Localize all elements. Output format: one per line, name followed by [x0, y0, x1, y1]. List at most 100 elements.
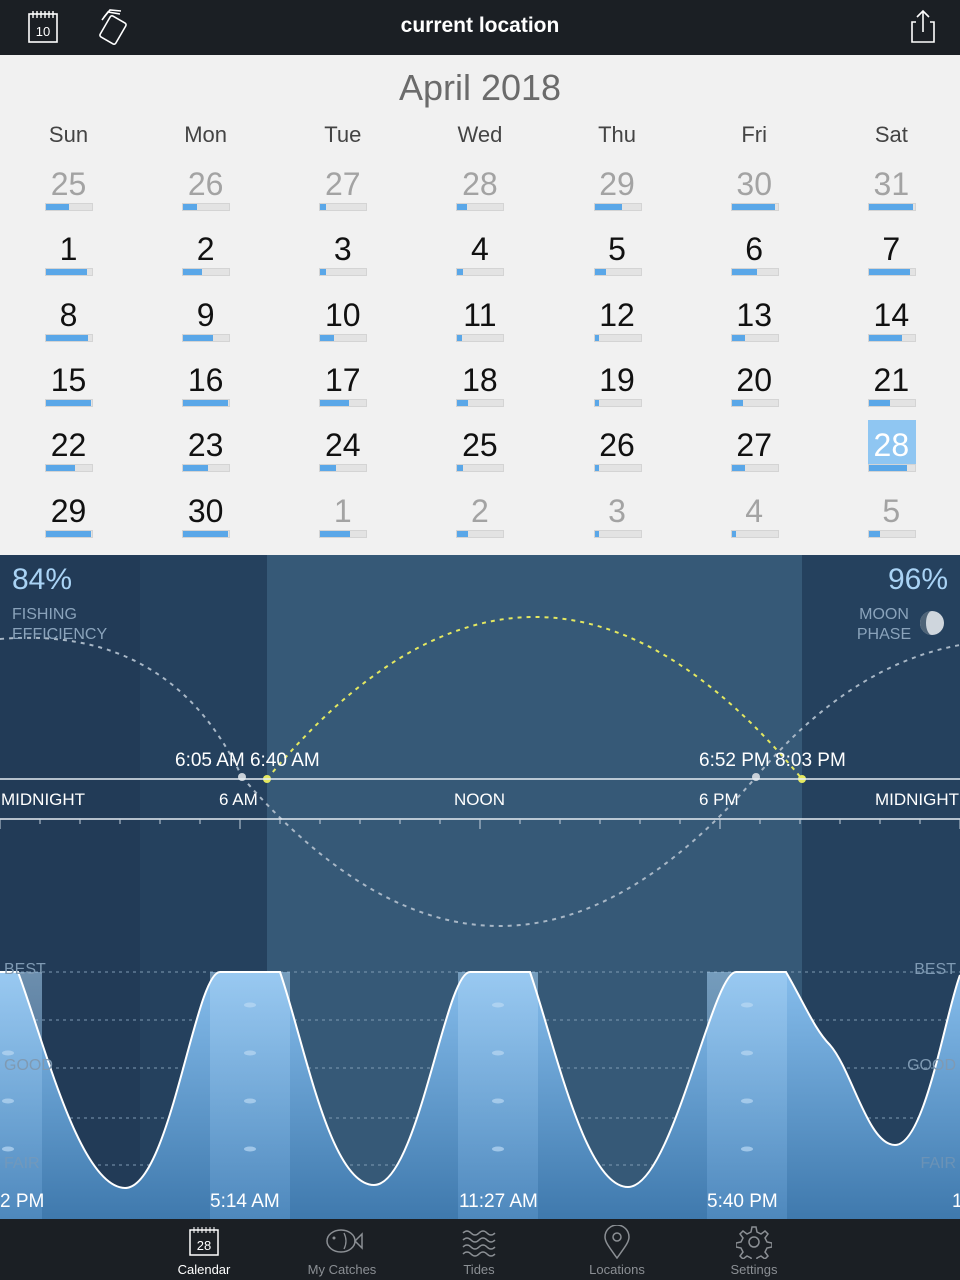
fishing-efficiency-bar	[593, 334, 642, 342]
calendar-day[interactable]: 12	[549, 297, 686, 357]
calendar-day-number: 8	[59, 297, 78, 333]
calendar-day[interactable]: 3	[549, 493, 686, 553]
fishing-efficiency-bar-fill	[46, 335, 89, 341]
calendar-day[interactable]: 25	[0, 166, 137, 226]
fishing-efficiency-bar-fill	[594, 400, 600, 406]
fishing-efficiency-bar-fill	[457, 204, 467, 210]
calendar-day[interactable]: 6	[686, 231, 823, 291]
calendar-day[interactable]: 27	[274, 166, 411, 226]
calendar-day[interactable]: 3	[274, 231, 411, 291]
fishing-efficiency-bar	[456, 203, 505, 211]
share-icon[interactable]	[902, 8, 942, 46]
fishing-efficiency-bar	[456, 334, 505, 342]
fishing-efficiency-bar-fill	[183, 400, 229, 406]
calendar-day[interactable]: 26	[137, 166, 274, 226]
calendar-day-number: 12	[599, 297, 635, 333]
fishing-efficiency-bar	[867, 268, 916, 276]
fishing-efficiency-bar	[45, 399, 93, 407]
calendar-day-number: 28	[873, 427, 910, 463]
tab-calendar[interactable]: 28 Calendar	[149, 1223, 259, 1279]
calendar-day[interactable]: 4	[686, 493, 823, 553]
calendar-day[interactable]: 5	[549, 231, 686, 291]
fishing-efficiency-bar	[319, 464, 368, 472]
moon-phase-value: 96%	[887, 563, 948, 596]
calendar-day[interactable]: 30	[137, 493, 274, 553]
fishing-efficiency-bar	[867, 530, 916, 538]
calendar-day[interactable]: 2	[137, 231, 274, 291]
calendar-day[interactable]: 23	[137, 427, 274, 487]
moon-phase-label-line2: PHASE	[856, 626, 912, 643]
tab-settings[interactable]: Settings	[699, 1223, 809, 1279]
calendar-day[interactable]: 26	[549, 427, 686, 487]
calendar-day[interactable]: 19	[549, 362, 686, 422]
calendar-day[interactable]: 2	[411, 493, 548, 553]
fishing-efficiency-bar	[593, 464, 642, 472]
fishing-efficiency-bar	[182, 530, 231, 538]
level-good-left: GOOD	[4, 1057, 53, 1074]
calendar-day-number: 29	[50, 493, 87, 529]
calendar-day[interactable]: 15	[0, 362, 137, 422]
fishing-efficiency-bar	[456, 399, 505, 407]
tab-locations-label: Locations	[589, 1262, 645, 1277]
fishing-efficiency-bar	[593, 268, 642, 276]
calendar-day-number: 3	[333, 231, 352, 267]
calendar-day[interactable]: 21	[823, 362, 960, 422]
calendar-day-number: 2	[471, 493, 489, 529]
tab-my-catches[interactable]: My Catches	[287, 1223, 397, 1279]
calendar-day[interactable]: 5	[823, 493, 960, 553]
calendar-day[interactable]: 27	[686, 427, 823, 487]
calendar-day-number: 27	[324, 166, 361, 202]
calendar-day[interactable]: 18	[411, 362, 548, 422]
calendar-day[interactable]: 13	[686, 297, 823, 357]
calendar-day[interactable]: 25	[411, 427, 548, 487]
calendar-day[interactable]: 24	[274, 427, 411, 487]
calendar-day[interactable]: 30	[686, 166, 823, 226]
moonset-sunset-times: 6:52 PM 8:03 PM	[699, 750, 846, 771]
calendar-day[interactable]: 1	[0, 231, 137, 291]
calendar-day[interactable]: 9	[137, 297, 274, 357]
fishing-efficiency-bar	[182, 268, 231, 276]
calendar-day[interactable]: 4	[411, 231, 548, 291]
tab-tides-label: Tides	[463, 1262, 495, 1277]
calendar-day[interactable]: 22	[0, 427, 137, 487]
calendar-day-number: 15	[50, 362, 87, 398]
gear-icon	[736, 1226, 772, 1259]
calendar-day[interactable]: 20	[686, 362, 823, 422]
calendar-day-number: 30	[187, 493, 224, 529]
fishing-efficiency-bar-fill	[183, 465, 209, 471]
tab-locations[interactable]: Locations	[562, 1223, 672, 1279]
calendar-day[interactable]: 28	[411, 166, 548, 226]
top-bar: 10 current location	[0, 0, 960, 55]
peak-time-1: 2 PM	[0, 1191, 45, 1212]
fishing-efficiency-bar	[593, 530, 642, 538]
calendar-day-number: 9	[196, 297, 215, 333]
fishing-efficiency-bar	[45, 530, 93, 538]
fishing-efficiency-label: FISHING EFFICIENCY	[12, 605, 107, 645]
calendar-day[interactable]: 10	[274, 297, 411, 357]
fishing-efficiency-bar-fill	[731, 204, 776, 210]
calendar-day[interactable]: 29	[549, 166, 686, 226]
calendar-day[interactable]: 29	[0, 493, 137, 553]
calendar-day[interactable]: 1	[274, 493, 411, 553]
calendar-day-number: 21	[873, 362, 910, 398]
calendar-day[interactable]: 8	[0, 297, 137, 357]
weekday-header: Thu	[598, 122, 636, 147]
calendar-day-number: 1	[59, 231, 78, 267]
calendar-day-selected[interactable]: 28	[823, 420, 960, 487]
fishing-efficiency-bar-fill	[457, 400, 468, 406]
calendar-day[interactable]: 16	[137, 362, 274, 422]
calendar-day-number: 17	[324, 362, 361, 398]
fishing-efficiency-bar-fill	[183, 204, 197, 210]
tab-tides[interactable]: Tides	[424, 1223, 534, 1279]
fishing-efficiency-bar	[319, 203, 368, 211]
fishing-efficiency-bar-fill	[868, 400, 890, 406]
calendar-day[interactable]: 7	[823, 231, 960, 291]
calendar-day[interactable]: 17	[274, 362, 411, 422]
calendar-day-number: 30	[736, 166, 772, 202]
calendar-day[interactable]: 14	[823, 297, 960, 357]
calendar-day[interactable]: 11	[411, 297, 548, 357]
fishing-efficiency-bar-fill	[320, 269, 326, 275]
calendar-day[interactable]: 31	[823, 166, 960, 226]
weekday-header: Sun	[48, 122, 89, 147]
fishing-efficiency-bar	[182, 464, 231, 472]
